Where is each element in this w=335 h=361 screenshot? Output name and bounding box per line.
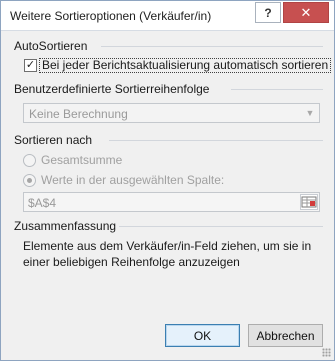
sort-options-dialog: Weitere Sortieroptionen (Verkäufer/in) ?…	[0, 0, 335, 361]
title-bar: Weitere Sortieroptionen (Verkäufer/in) ?…	[1, 1, 334, 31]
summary-divider	[119, 226, 323, 227]
sort-by-divider	[109, 140, 323, 141]
custom-order-select[interactable]: Keine Berechnung ▼	[23, 103, 320, 123]
column-reference-value: $A$4	[28, 196, 57, 210]
collapse-dialog-button[interactable]	[300, 194, 318, 210]
custom-order-section-label: Benutzerdefinierte Sortierreihenfolge	[14, 82, 210, 96]
grand-total-radio[interactable]	[23, 154, 36, 167]
close-button[interactable]: ✕	[283, 2, 329, 23]
autosort-checkbox[interactable]: ✓	[24, 59, 37, 72]
summary-section-label: Zusammenfassung	[14, 219, 117, 233]
range-selector-icon	[301, 196, 317, 208]
close-icon: ✕	[300, 4, 312, 20]
ok-button[interactable]: OK	[165, 324, 240, 347]
dialog-title: Weitere Sortieroptionen (Verkäufer/in)	[10, 9, 212, 23]
custom-order-selected-value: Keine Berechnung	[29, 107, 128, 121]
autosort-divider	[101, 46, 323, 47]
help-button[interactable]: ?	[255, 2, 281, 23]
chevron-down-icon: ▼	[305, 108, 315, 118]
cancel-button[interactable]: Abbrechen	[248, 324, 323, 347]
selected-column-values-radio-label[interactable]: Werte in der ausgewählten Spalte:	[41, 173, 224, 187]
autosort-checkbox-label[interactable]: Bei jeder Berichtsaktualisierung automat…	[39, 58, 332, 73]
custom-order-divider	[231, 89, 323, 90]
checkmark-icon: ✓	[25, 59, 36, 71]
resize-grip-icon[interactable]	[322, 348, 331, 357]
autosort-section-label: AutoSortieren	[14, 39, 88, 53]
selected-column-values-radio[interactable]	[23, 174, 36, 187]
summary-text: Elemente aus dem Verkäufer/in-Feld ziehe…	[23, 239, 312, 269]
grand-total-radio-label[interactable]: Gesamtsumme	[41, 153, 122, 167]
sort-by-section-label: Sortieren nach	[14, 133, 93, 147]
column-reference-input[interactable]: $A$4	[23, 192, 320, 212]
